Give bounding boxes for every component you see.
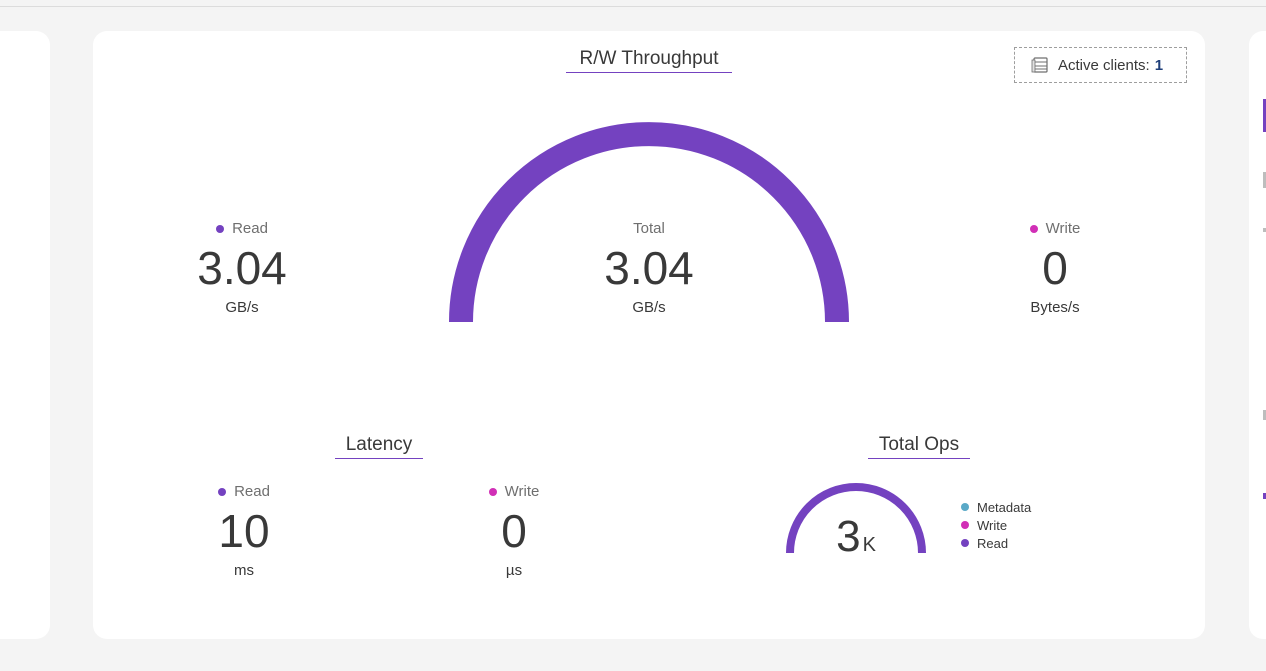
total-ops-suffix: K: [862, 534, 876, 556]
write-latency-value: 0: [501, 505, 527, 557]
legend-item-write[interactable]: Write: [961, 516, 1031, 534]
total-ops-title: Total Ops: [868, 434, 970, 459]
write-latency-label: Write: [504, 483, 540, 500]
write-dot: [488, 487, 497, 496]
write-latency-metric: Write 0 µs: [444, 483, 584, 579]
write-throughput-label: Write: [1045, 220, 1081, 237]
server-stack-icon: [1031, 57, 1048, 73]
read-dot: [216, 224, 225, 233]
read-throughput-metric: Read 3.04 GB/s: [172, 220, 312, 316]
read-throughput-unit: GB/s: [225, 299, 259, 316]
rw-throughput-title: R/W Throughput: [566, 48, 732, 73]
legend-label-metadata: Metadata: [977, 499, 1032, 515]
total-ops-value: 3K: [820, 515, 892, 559]
write-dot: [961, 521, 969, 529]
active-clients-value: 1: [1154, 56, 1164, 74]
write-latency-unit: µs: [505, 562, 523, 579]
read-latency-value: 10: [218, 505, 270, 557]
legend-item-metadata[interactable]: Metadata: [961, 498, 1031, 516]
read-latency-unit: ms: [234, 562, 254, 579]
write-throughput-metric: Write 0 Bytes/s: [985, 220, 1125, 316]
legend-label-read: Read: [977, 535, 1009, 551]
total-throughput-unit: GB/s: [632, 299, 666, 316]
read-latency-label: Read: [234, 483, 270, 500]
write-dot: [1029, 224, 1038, 233]
total-ops-legend: Metadata Write Read: [961, 498, 1031, 552]
legend-label-write: Write: [977, 517, 1008, 533]
latency-title: Latency: [335, 434, 423, 459]
total-throughput-metric: Total 3.04 GB/s: [579, 220, 719, 316]
left-panel-card: [0, 31, 50, 639]
active-clients-label: Active clients:: [1058, 56, 1150, 74]
read-throughput-label: Read: [232, 220, 268, 237]
total-throughput-value: 3.04: [604, 242, 694, 294]
read-dot: [961, 539, 969, 547]
write-throughput-unit: Bytes/s: [1030, 299, 1080, 316]
metadata-dot: [961, 503, 969, 511]
read-throughput-value: 3.04: [197, 242, 287, 294]
read-latency-metric: Read 10 ms: [174, 483, 314, 579]
top-bar: [0, 0, 1266, 7]
read-dot: [218, 487, 227, 496]
total-ops-number: 3: [836, 512, 861, 561]
active-clients-badge[interactable]: Active clients: 1: [1014, 47, 1187, 83]
legend-item-read[interactable]: Read: [961, 534, 1031, 552]
write-throughput-value: 0: [1042, 242, 1068, 294]
total-throughput-label: Total: [633, 220, 665, 237]
